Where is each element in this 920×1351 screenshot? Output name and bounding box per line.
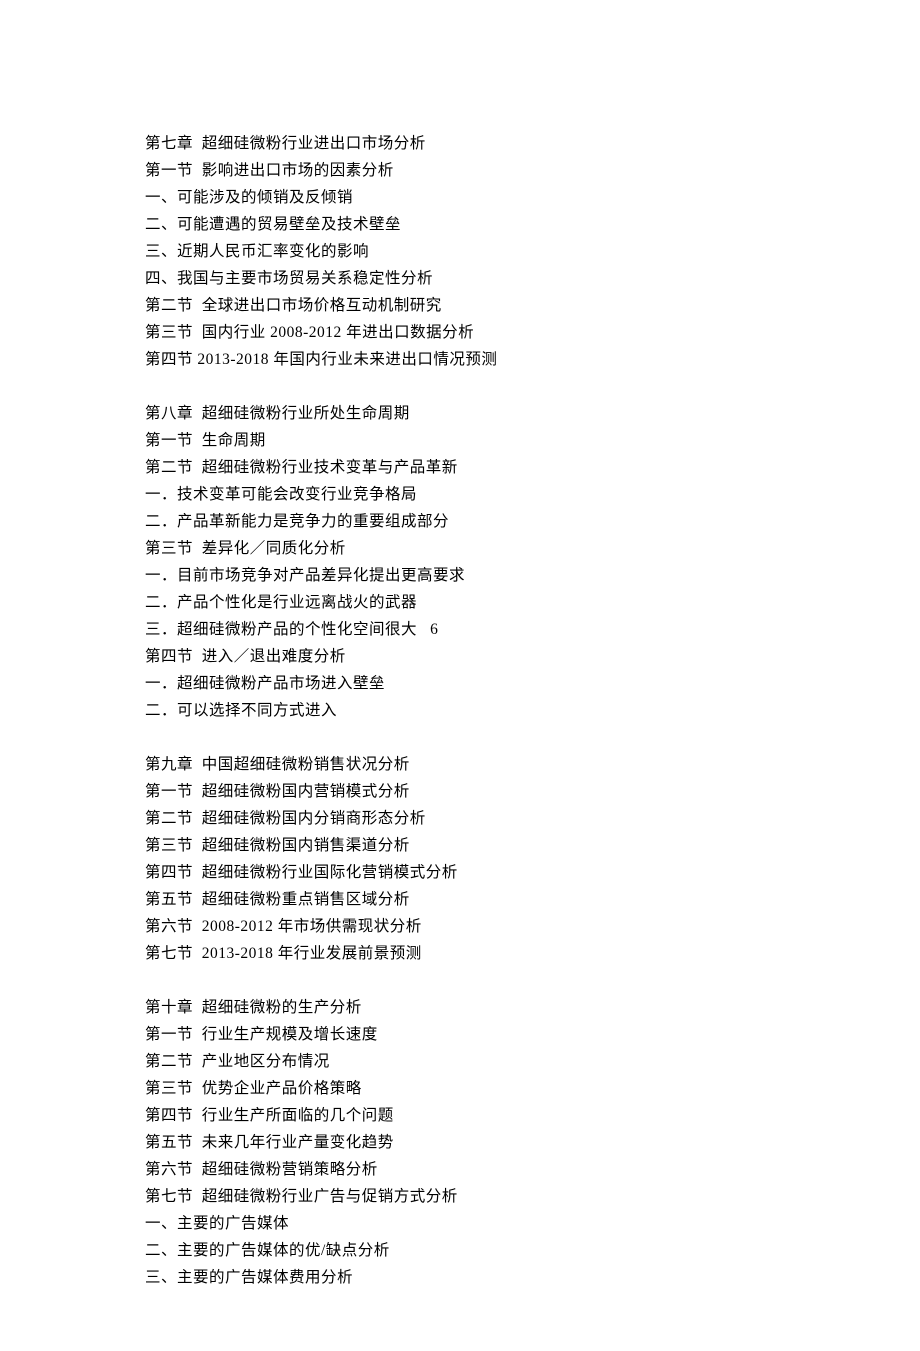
- toc-line: 第三节 优势企业产品价格策略: [145, 1075, 775, 1102]
- toc-line: 第六节 2008-2012 年市场供需现状分析: [145, 913, 775, 940]
- toc-line: 二．可以选择不同方式进入: [145, 697, 775, 724]
- toc-line: 一．技术变革可能会改变行业竞争格局: [145, 481, 775, 508]
- toc-line: 第一节 行业生产规模及增长速度: [145, 1021, 775, 1048]
- toc-line: 第四节 行业生产所面临的几个问题: [145, 1102, 775, 1129]
- toc-line: 第一节 超细硅微粉国内营销模式分析: [145, 778, 775, 805]
- toc-line: 第四节 超细硅微粉行业国际化营销模式分析: [145, 859, 775, 886]
- toc-line: 第三节 国内行业 2008-2012 年进出口数据分析: [145, 319, 775, 346]
- toc-line: 一．超细硅微粉产品市场进入壁垒: [145, 670, 775, 697]
- toc-line: 四、我国与主要市场贸易关系稳定性分析: [145, 265, 775, 292]
- toc-line: 第六节 超细硅微粉营销策略分析: [145, 1156, 775, 1183]
- toc-line: 第五节 超细硅微粉重点销售区域分析: [145, 886, 775, 913]
- chapter-title: 第九章 中国超细硅微粉销售状况分析: [145, 751, 775, 778]
- chapter-title: 第七章 超细硅微粉行业进出口市场分析: [145, 130, 775, 157]
- toc-line: 第二节 产业地区分布情况: [145, 1048, 775, 1075]
- toc-line: 第一节 影响进出口市场的因素分析: [145, 157, 775, 184]
- blank-line: [145, 724, 775, 751]
- toc-line: 第四节 进入／退出难度分析: [145, 643, 775, 670]
- toc-line: 三、主要的广告媒体费用分析: [145, 1264, 775, 1291]
- document-page: 第七章 超细硅微粉行业进出口市场分析 第一节 影响进出口市场的因素分析 一、可能…: [0, 0, 920, 1351]
- toc-line: 二．产品革新能力是竞争力的重要组成部分: [145, 508, 775, 535]
- toc-line: 一．目前市场竞争对产品差异化提出更高要求: [145, 562, 775, 589]
- toc-line: 第四节 2013-2018 年国内行业未来进出口情况预测: [145, 346, 775, 373]
- toc-line: 第二节 超细硅微粉行业技术变革与产品革新: [145, 454, 775, 481]
- chapter-title: 第十章 超细硅微粉的生产分析: [145, 994, 775, 1021]
- toc-line: 二．产品个性化是行业远离战火的武器: [145, 589, 775, 616]
- toc-line: 三、近期人民币汇率变化的影响: [145, 238, 775, 265]
- chapter-title: 第八章 超细硅微粉行业所处生命周期: [145, 400, 775, 427]
- toc-line: 第三节 超细硅微粉国内销售渠道分析: [145, 832, 775, 859]
- blank-line: [145, 967, 775, 994]
- toc-line: 第七节 2013-2018 年行业发展前景预测: [145, 940, 775, 967]
- toc-line: 第五节 未来几年行业产量变化趋势: [145, 1129, 775, 1156]
- toc-line: 二、主要的广告媒体的优/缺点分析: [145, 1237, 775, 1264]
- blank-line: [145, 373, 775, 400]
- toc-line: 第一节 生命周期: [145, 427, 775, 454]
- toc-line: 第二节 超细硅微粉国内分销商形态分析: [145, 805, 775, 832]
- toc-line: 一、可能涉及的倾销及反倾销: [145, 184, 775, 211]
- toc-line: 第二节 全球进出口市场价格互动机制研究: [145, 292, 775, 319]
- toc-line: 第七节 超细硅微粉行业广告与促销方式分析: [145, 1183, 775, 1210]
- toc-line: 二、可能遭遇的贸易壁垒及技术壁垒: [145, 211, 775, 238]
- toc-line: 三．超细硅微粉产品的个性化空间很大 6: [145, 616, 775, 643]
- toc-line: 第三节 差异化／同质化分析: [145, 535, 775, 562]
- toc-line: 一、主要的广告媒体: [145, 1210, 775, 1237]
